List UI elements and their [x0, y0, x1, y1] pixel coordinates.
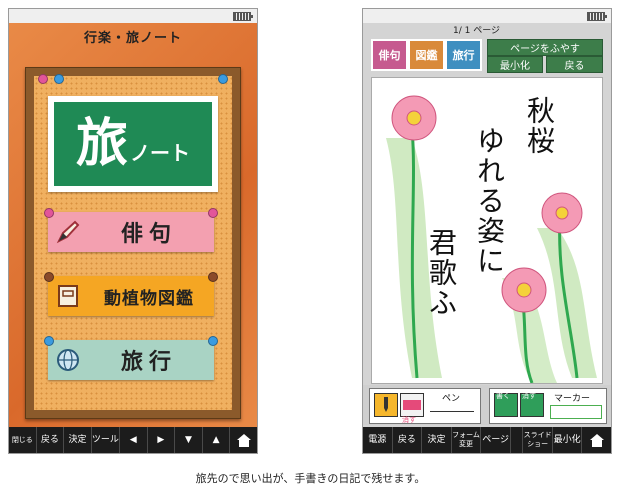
- caption-text: 旅先ので思い出が、手書きの日記で残せます。: [195, 472, 426, 485]
- pin-icon: [208, 336, 218, 346]
- home-button[interactable]: [230, 427, 257, 453]
- back-button[interactable]: 戻る: [37, 427, 65, 453]
- pin-icon: [208, 272, 218, 282]
- logo-sub-text: ノート: [130, 140, 190, 165]
- back-button[interactable]: 戻る: [546, 56, 603, 73]
- menu-button-label: 旅行: [120, 350, 177, 375]
- poem-line-1: 秋桜: [523, 96, 556, 156]
- pin-icon: [44, 336, 54, 346]
- pen-label: ペン: [442, 394, 461, 404]
- back-button[interactable]: 戻る: [393, 427, 423, 453]
- home-icon: [589, 433, 604, 447]
- menu-screen: 行楽・旅ノート 旅 ノート 俳句 動植物図鑑 旅行: [9, 23, 257, 427]
- pen-tool-button[interactable]: [374, 393, 398, 417]
- menu-button-label: 俳句: [120, 222, 177, 247]
- up-arrow-button[interactable]: ▲: [203, 427, 231, 453]
- write-label: 書く: [496, 392, 510, 400]
- menu-button-label: 動植物図鑑: [104, 288, 194, 309]
- poem-line-3: 君歌ふ: [425, 228, 458, 318]
- add-page-button[interactable]: ページをふやす: [487, 39, 603, 56]
- category-haiku-button[interactable]: 俳句: [371, 39, 408, 71]
- menu-button-travel[interactable]: 旅行: [44, 336, 218, 380]
- left-arrow-button[interactable]: ◀: [120, 427, 148, 453]
- form-change-button[interactable]: フォーム変更: [452, 427, 482, 453]
- erase-marker-label: 消す: [522, 392, 536, 400]
- pin-icon: [44, 208, 54, 218]
- down-arrow-button[interactable]: ▼: [175, 427, 203, 453]
- empty-slot: [511, 427, 524, 453]
- pen-icon: [52, 216, 84, 248]
- pin-icon: [218, 74, 228, 84]
- category-travel-button[interactable]: 旅行: [445, 39, 482, 71]
- battery-icon: [233, 12, 253, 21]
- pin-icon: [208, 208, 218, 218]
- minimize-button[interactable]: 最小化: [553, 427, 583, 453]
- logo-panel: 旅 ノート: [54, 102, 212, 186]
- pin-icon: [38, 74, 48, 84]
- haiku-editor-device: 1/ 1 ページ 俳句 図鑑 旅行 ページをふやす 最小化 戻る 秋桜 ゆれる姿…: [362, 8, 612, 454]
- power-button[interactable]: 電源: [363, 427, 393, 453]
- status-bar: [9, 9, 257, 23]
- confirm-button[interactable]: 決定: [64, 427, 92, 453]
- globe-icon: [52, 344, 84, 376]
- eraser-icon: [403, 400, 421, 410]
- bottom-toolbar: 閉じる 戻る 決定 ツール ◀ ▶ ▼ ▲: [9, 427, 257, 453]
- bottom-toolbar: 電源 戻る 決定 フォーム変更 ページ スライドショー 最小化: [363, 427, 611, 453]
- app-title: 行楽・旅ノート: [83, 31, 182, 46]
- home-icon: [236, 433, 251, 447]
- confirm-button[interactable]: 決定: [422, 427, 452, 453]
- marker-width-preview[interactable]: [550, 405, 602, 419]
- slideshow-button[interactable]: スライドショー: [523, 427, 553, 453]
- page-indicator: 1/ 1 ページ: [453, 26, 501, 36]
- pen-toolbar: 消す ペン 書く 消す マーカー: [363, 385, 611, 425]
- handwriting-canvas[interactable]: 秋桜 ゆれる姿に 君歌ふ: [371, 77, 603, 384]
- notebook-icon: [52, 280, 84, 312]
- pin-icon: [44, 272, 54, 282]
- tools-button[interactable]: ツール: [92, 427, 120, 453]
- menu-button-encyclopedia[interactable]: 動植物図鑑: [44, 272, 218, 316]
- travel-note-menu-device: 行楽・旅ノート 旅 ノート 俳句 動植物図鑑 旅行 閉じる 戻る 決定 ツール …: [8, 8, 258, 454]
- pen-width-preview[interactable]: [430, 411, 474, 412]
- pin-icon: [54, 74, 64, 84]
- app-logo: 旅 ノート: [48, 96, 218, 192]
- eraser-tool-button[interactable]: [400, 393, 424, 417]
- cork-surface: 旅 ノート 俳句 動植物図鑑 旅行: [34, 74, 232, 410]
- category-encyclopedia-button[interactable]: 図鑑: [408, 39, 445, 71]
- battery-icon: [587, 12, 607, 21]
- eraser-label: 消す: [402, 416, 416, 424]
- pen-tool-group: 消す ペン: [369, 388, 481, 424]
- status-bar: [363, 9, 611, 23]
- logo-main-text: 旅: [75, 114, 128, 174]
- minimize-button[interactable]: 最小化: [487, 56, 543, 73]
- right-arrow-button[interactable]: ▶: [148, 427, 176, 453]
- menu-button-haiku[interactable]: 俳句: [44, 208, 218, 252]
- home-button[interactable]: [582, 427, 611, 453]
- marker-label: マーカー: [554, 394, 591, 404]
- page-button[interactable]: ページ: [481, 427, 511, 453]
- pen-icon: [384, 397, 388, 412]
- poem-line-2: ゆれる姿に: [473, 126, 506, 276]
- cork-board: 旅 ノート 俳句 動植物図鑑 旅行: [25, 67, 241, 419]
- marker-tool-group: 書く 消す マーカー: [489, 388, 607, 424]
- close-button[interactable]: 閉じる: [9, 427, 37, 453]
